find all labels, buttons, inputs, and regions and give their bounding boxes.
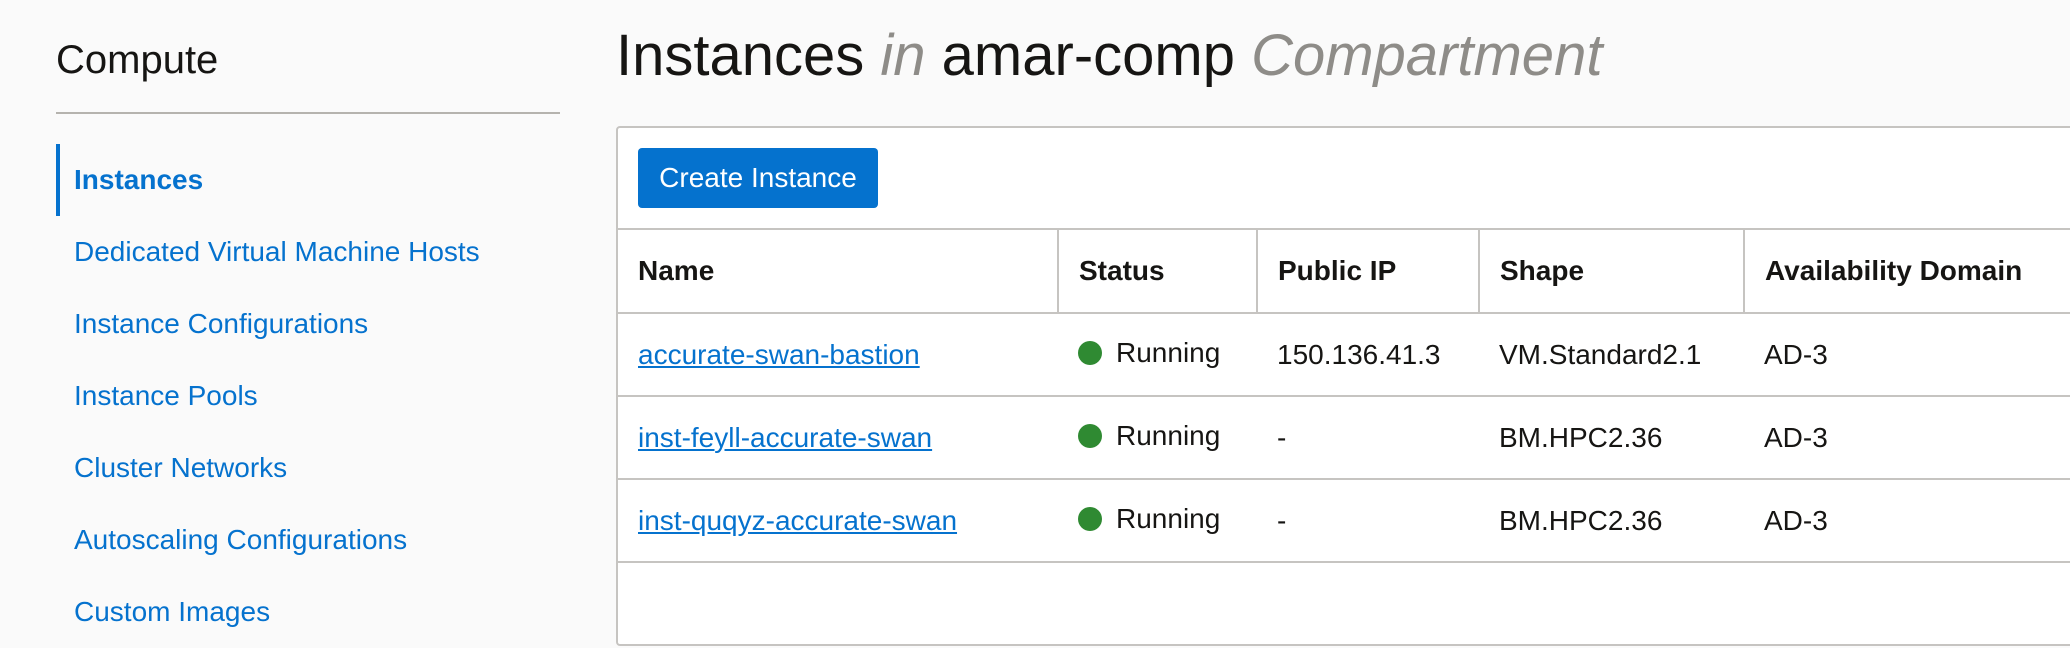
cell-public-ip: - <box>1257 479 1479 563</box>
compartment-name: amar-comp <box>941 23 1235 88</box>
sidebar-item-instance-configurations[interactable]: Instance Configurations <box>56 288 560 360</box>
sidebar-item-custom-images[interactable]: Custom Images <box>56 576 560 648</box>
instances-table: Name Status Public IP Shape Availability… <box>618 228 2070 563</box>
sidebar-item-dedicated-vm-hosts[interactable]: Dedicated Virtual Machine Hosts <box>56 216 560 288</box>
sidebar-title: Compute <box>56 38 219 82</box>
sidebar: Compute Instances Dedicated Virtual Mach… <box>0 0 590 638</box>
column-header-status[interactable]: Status <box>1058 228 1258 314</box>
sidebar-item-cluster-networks[interactable]: Cluster Networks <box>56 432 560 504</box>
status-indicator: Running <box>1078 420 1220 452</box>
sidebar-item-instances[interactable]: Instances <box>56 144 560 216</box>
cell-availability-domain: AD-3 <box>1744 313 2070 397</box>
sidebar-item-autoscaling-configurations[interactable]: Autoscaling Configurations <box>56 504 560 576</box>
instances-table-wrapper: Name Status Public IP Shape Availability… <box>618 228 2070 563</box>
table-row: inst-feyll-accurate-swan Running - BM.HP… <box>618 396 2070 480</box>
sidebar-nav: Instances Dedicated Virtual Machine Host… <box>56 144 560 648</box>
status-running-icon <box>1078 507 1102 531</box>
sidebar-item-instance-pools[interactable]: Instance Pools <box>56 360 560 432</box>
cell-availability-domain: AD-3 <box>1744 479 2070 563</box>
status-running-icon <box>1078 424 1102 448</box>
sidebar-divider <box>56 112 560 114</box>
cell-status: Running <box>1058 313 1257 397</box>
table-row: accurate-swan-bastion Running 150.136.41… <box>618 313 2070 397</box>
cell-public-ip: 150.136.41.3 <box>1257 313 1479 397</box>
cell-name: inst-quqyz-accurate-swan <box>618 479 1058 563</box>
create-instance-button[interactable]: Create Instance <box>638 148 878 208</box>
cell-name: inst-feyll-accurate-swan <box>618 396 1058 480</box>
instance-link[interactable]: inst-feyll-accurate-swan <box>638 422 932 453</box>
cell-shape: BM.HPC2.36 <box>1479 396 1744 480</box>
status-running-icon <box>1078 341 1102 365</box>
status-label: Running <box>1116 503 1221 534</box>
column-header-public-ip[interactable]: Public IP <box>1257 228 1480 314</box>
instances-panel: Create Instance Name Status Public IP Sh… <box>616 126 2070 646</box>
table-header-row: Name Status Public IP Shape Availability… <box>618 228 2070 314</box>
instance-link[interactable]: accurate-swan-bastion <box>638 339 920 370</box>
column-header-name[interactable]: Name <box>618 228 1059 314</box>
cell-shape: BM.HPC2.36 <box>1479 479 1744 563</box>
page-title-suffix: Compartment <box>1251 23 1603 88</box>
status-label: Running <box>1116 420 1221 451</box>
column-header-shape[interactable]: Shape <box>1479 228 1745 314</box>
instance-link[interactable]: inst-quqyz-accurate-swan <box>638 505 957 536</box>
cell-shape: VM.Standard2.1 <box>1479 313 1744 397</box>
cell-name: accurate-swan-bastion <box>618 313 1058 397</box>
page-title-in: in <box>880 23 926 88</box>
status-label: Running <box>1116 337 1221 368</box>
cell-status: Running <box>1058 396 1257 480</box>
status-indicator: Running <box>1078 503 1220 535</box>
table-row: inst-quqyz-accurate-swan Running - BM.HP… <box>618 479 2070 563</box>
column-header-availability-domain[interactable]: Availability Domain <box>1744 228 2070 314</box>
cell-status: Running <box>1058 479 1257 563</box>
cell-availability-domain: AD-3 <box>1744 396 2070 480</box>
page-title-main: Instances <box>616 23 865 88</box>
page-title: Instances in amar-comp Compartment <box>616 22 1602 90</box>
cell-public-ip: - <box>1257 396 1479 480</box>
status-indicator: Running <box>1078 337 1220 369</box>
